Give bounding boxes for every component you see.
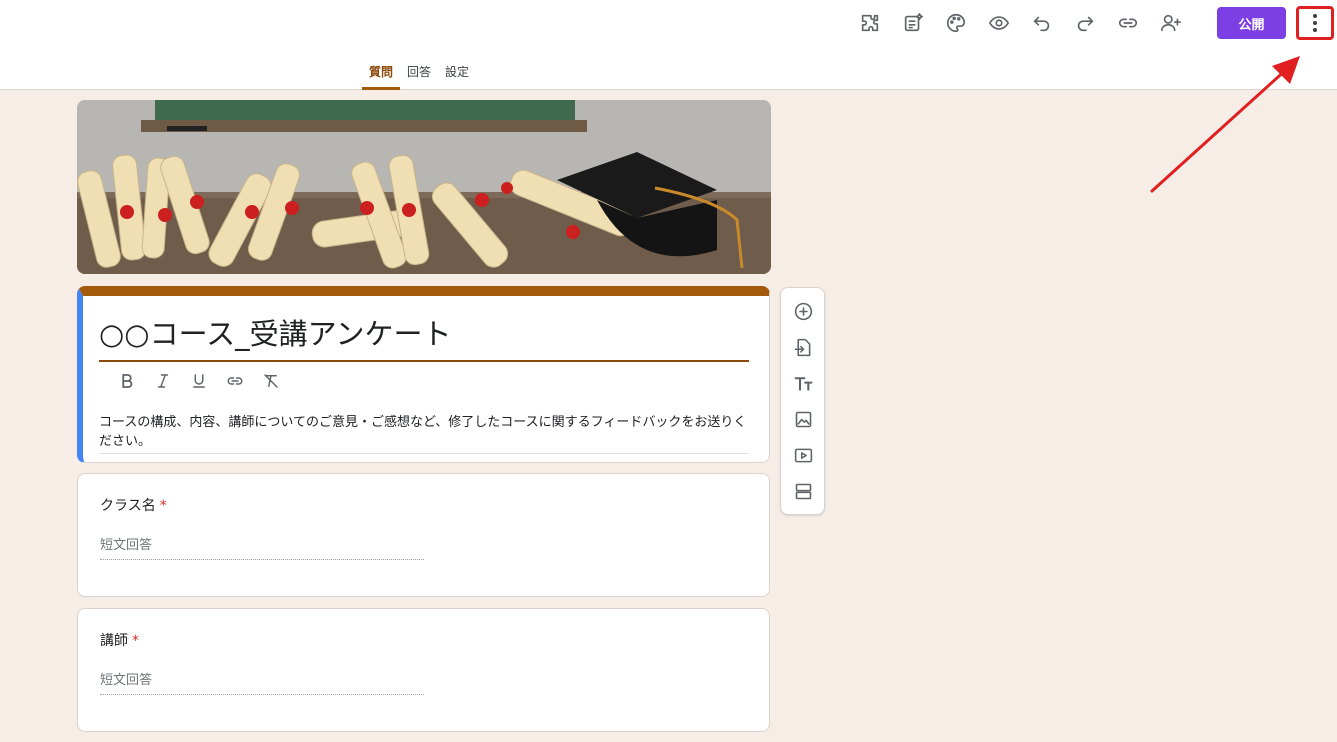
- italic-icon[interactable]: [145, 368, 181, 394]
- add-person-icon[interactable]: [1153, 6, 1189, 40]
- short-answer-field[interactable]: 短文回答: [100, 534, 424, 560]
- question-card-class-name[interactable]: クラス名 * 短文回答: [77, 473, 770, 597]
- tab-bar: 質問 回答 設定: [362, 58, 476, 90]
- import-questions-icon[interactable]: [791, 335, 815, 359]
- publish-button[interactable]: 公開: [1217, 7, 1286, 39]
- palette-icon[interactable]: [938, 6, 974, 40]
- required-mark: *: [132, 633, 139, 649]
- short-answer-field[interactable]: 短文回答: [100, 669, 424, 695]
- ai-form-icon[interactable]: [895, 6, 931, 40]
- question-label: 講師 *: [100, 630, 139, 650]
- question-card-instructor[interactable]: 講師 * 短文回答: [77, 608, 770, 732]
- eye-icon[interactable]: [981, 6, 1017, 40]
- link-icon[interactable]: [1110, 6, 1146, 40]
- clear-format-icon[interactable]: [253, 368, 289, 394]
- add-image-icon[interactable]: [791, 407, 815, 431]
- underline-icon[interactable]: [181, 368, 217, 394]
- floating-toolbar: [780, 287, 825, 515]
- tab-responses[interactable]: 回答: [400, 58, 438, 90]
- question-label: クラス名 *: [100, 495, 167, 515]
- more-vert-icon: [1313, 14, 1317, 32]
- undo-icon[interactable]: [1024, 6, 1060, 40]
- top-bar: 公開 質問 回答 設定: [0, 0, 1337, 90]
- form-description[interactable]: コースの構成、内容、講師についてのご意見・ご感想など、修了したコースに関するフィ…: [99, 413, 749, 454]
- toolbar: 公開: [845, 6, 1337, 40]
- more-options-button[interactable]: [1296, 6, 1334, 40]
- form-title-card[interactable]: ○○コース_受講アンケート コースの構成、内容、講師についてのご意見・ご感想など…: [77, 286, 770, 463]
- bold-icon[interactable]: [109, 368, 145, 394]
- puzzle-icon[interactable]: [852, 6, 888, 40]
- required-mark: *: [159, 498, 167, 514]
- question-label-text: 講師: [100, 633, 128, 649]
- add-title-icon[interactable]: [791, 371, 815, 395]
- tab-questions[interactable]: 質問: [362, 58, 401, 90]
- add-video-icon[interactable]: [791, 443, 815, 467]
- tab-settings[interactable]: 設定: [438, 58, 476, 90]
- link-icon[interactable]: [217, 368, 253, 394]
- header-banner-image: [77, 100, 771, 274]
- format-toolbar: [109, 368, 289, 394]
- add-section-icon[interactable]: [791, 479, 815, 503]
- add-question-icon[interactable]: [791, 299, 815, 323]
- form-title[interactable]: ○○コース_受講アンケート: [99, 314, 749, 362]
- redo-icon[interactable]: [1067, 6, 1103, 40]
- question-label-text: クラス名: [100, 498, 156, 514]
